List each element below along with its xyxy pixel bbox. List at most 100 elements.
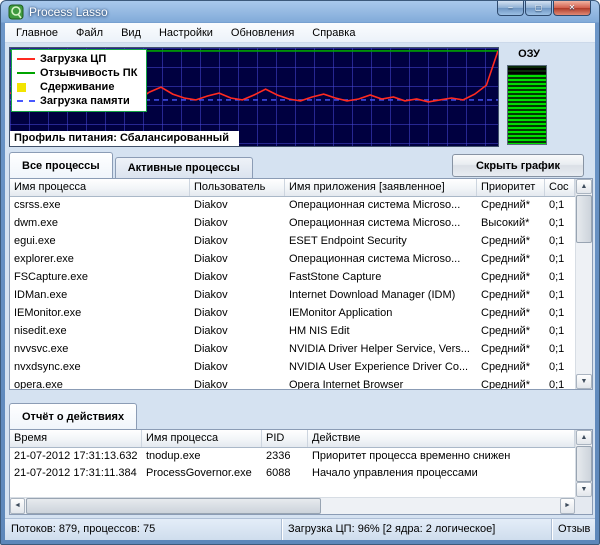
legend-label: Отзывчивость ПК [40,67,137,79]
process-scroll-thumb[interactable] [576,195,592,243]
process-table: Имя процесса Пользователь Имя приложения… [9,178,593,390]
scrollbar-corner [575,497,592,514]
process-row[interactable]: csrss.exeDiakovОперационная система Micr… [10,197,575,215]
log-scroll-thumb[interactable] [576,446,592,482]
cell: 21-07-2012 17:31:11.384 [10,465,142,482]
tab-active-processes[interactable]: Активные процессы [115,157,253,178]
report-table-body: 21-07-2012 17:31:13.632tnodup.exe2336При… [10,448,592,482]
cell: 0;1 [545,233,575,251]
minimize-button[interactable]: – [497,1,524,16]
column-header-process-name[interactable]: Имя процесса [10,179,190,196]
cell: 2336 [262,448,308,465]
cell: Diakov [190,215,285,233]
column-header-log-process[interactable]: Имя процесса [142,430,262,447]
arrow-down-icon: ▼ [577,483,591,496]
menu-item-updates[interactable]: Обновления [222,24,303,42]
column-header-action[interactable]: Действие [308,430,575,447]
column-header-pid[interactable]: PID [262,430,308,447]
scroll-down-button[interactable]: ▼ [576,374,592,389]
cell: Операционная система Microso... [285,197,477,215]
cell: Операционная система Microso... [285,215,477,233]
scroll-right-button[interactable]: ► [560,498,575,514]
cell: IDMan.exe [10,287,190,305]
scroll-left-button[interactable]: ◄ [10,498,25,514]
cell: 0;1 [545,269,575,287]
log-row[interactable]: 21-07-2012 17:31:11.384ProcessGovernor.e… [10,465,592,482]
arrow-up-icon: ▲ [577,180,591,193]
process-row[interactable]: FSCapture.exeDiakovFastStone CaptureСред… [10,269,575,287]
cell: Средний* [477,233,545,251]
column-header-time[interactable]: Время [10,430,142,447]
process-row[interactable]: nvxdsync.exeDiakovNVIDIA User Experience… [10,359,575,377]
cell: egui.exe [10,233,190,251]
cell: tnodup.exe [142,448,262,465]
cell: ProcessGovernor.exe [142,465,262,482]
cell: explorer.exe [10,251,190,269]
process-row[interactable]: explorer.exeDiakovОперационная система M… [10,251,575,269]
close-button[interactable]: ✕ [553,1,591,16]
cell: 6088 [262,465,308,482]
tab-action-log[interactable]: Отчёт о действиях [9,403,137,429]
legend-label: Сдерживание [40,81,114,93]
cell: csrss.exe [10,197,190,215]
log-vscrollbar[interactable]: ▲ ▼ [575,430,592,497]
status-bar: Потоков: 879, процессов: 75 Загрузка ЦП:… [5,518,595,540]
cell: 0;1 [545,215,575,233]
menu-item-help[interactable]: Справка [303,24,364,42]
column-header-user[interactable]: Пользователь [190,179,285,196]
cell: Средний* [477,287,545,305]
cell: NVIDIA Driver Helper Service, Vers... [285,341,477,359]
menu-item-file[interactable]: Файл [67,24,112,42]
cell: 0;1 [545,359,575,377]
cell: Diakov [190,377,285,389]
cell: Diakov [190,341,285,359]
tab-all-processes[interactable]: Все процессы [9,152,113,178]
menu-item-view[interactable]: Вид [112,24,150,42]
log-scroll-down-button[interactable]: ▼ [576,482,592,497]
cell: ESET Endpoint Security [285,233,477,251]
cell: Средний* [477,269,545,287]
cell: Diakov [190,359,285,377]
cell: FastStone Capture [285,269,477,287]
menu-item-settings[interactable]: Настройки [150,24,222,42]
cell: nisedit.exe [10,323,190,341]
ram-meter [507,65,547,145]
cell: 0;1 [545,341,575,359]
cell: Diakov [190,269,285,287]
process-row[interactable]: dwm.exeDiakovОперационная система Micros… [10,215,575,233]
hide-graph-button[interactable]: Скрыть график [452,154,584,177]
maximize-button[interactable]: ▢ [525,1,552,16]
log-scroll-up-button[interactable]: ▲ [576,430,592,445]
cell: 0;1 [545,305,575,323]
process-lasso-window: Process Lasso –▢✕ ГлавноеФайлВидНастройк… [0,0,600,545]
process-row[interactable]: nisedit.exeDiakovHM NIS EditСредний*0;1 [10,323,575,341]
process-row[interactable]: egui.exeDiakovESET Endpoint SecurityСред… [10,233,575,251]
process-table-header: Имя процесса Пользователь Имя приложения… [10,179,575,197]
log-hscroll-thumb[interactable] [26,498,321,514]
column-header-priority[interactable]: Приоритет [477,179,545,196]
arrow-left-icon: ◄ [11,499,24,513]
log-hscrollbar[interactable]: ◄ ► [10,497,575,514]
log-row[interactable]: 21-07-2012 17:31:13.632tnodup.exe2336При… [10,448,592,465]
cell: IEMonitor Application [285,305,477,323]
menu-item-main[interactable]: Главное [7,24,67,42]
cell: 21-07-2012 17:31:13.632 [10,448,142,465]
ram-label: ОЗУ [505,48,553,60]
cell: 0;1 [545,377,575,389]
scroll-up-button[interactable]: ▲ [576,179,592,194]
window-controls: –▢✕ [496,1,591,16]
column-header-state[interactable]: Сос [545,179,575,196]
column-header-app-name[interactable]: Имя приложения [заявленное] [285,179,477,196]
process-row[interactable]: nvvsvc.exeDiakovNVIDIA Driver Helper Ser… [10,341,575,359]
process-row[interactable]: IDMan.exeDiakovInternet Download Manager… [10,287,575,305]
cell: 0;1 [545,197,575,215]
arrow-down-icon: ▼ [577,375,591,388]
cell: Opera Internet Browser [285,377,477,389]
process-row[interactable]: IEMonitor.exeDiakovIEMonitor Application… [10,305,575,323]
process-vscrollbar[interactable]: ▲ ▼ [575,179,592,389]
cell: Средний* [477,341,545,359]
cell: HM NIS Edit [285,323,477,341]
cell: 0;1 [545,323,575,341]
process-row[interactable]: opera.exeDiakovOpera Internet BrowserСре… [10,377,575,389]
status-cpu-load: Загрузка ЦП: 96% [2 ядра: 2 логическое] [281,519,551,540]
